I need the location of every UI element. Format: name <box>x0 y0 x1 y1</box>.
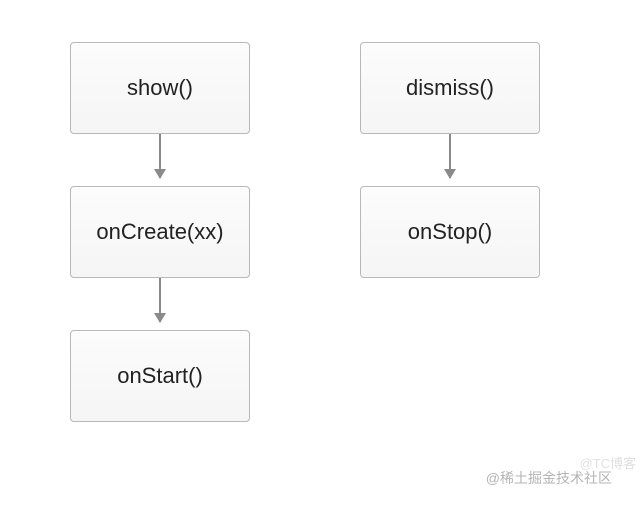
node-label: show() <box>127 75 193 101</box>
arrow-down-icon <box>159 278 161 322</box>
watermark-primary: @稀土掘金技术社区 <box>486 468 612 488</box>
arrow-down-icon <box>159 134 161 178</box>
node-dismiss: dismiss() <box>360 42 540 134</box>
node-label: onCreate(xx) <box>96 219 223 245</box>
node-oncreate: onCreate(xx) <box>70 186 250 278</box>
node-onstart: onStart() <box>70 330 250 422</box>
node-show: show() <box>70 42 250 134</box>
node-label: dismiss() <box>406 75 494 101</box>
node-label: onStop() <box>408 219 492 245</box>
node-onstop: onStop() <box>360 186 540 278</box>
node-label: onStart() <box>117 363 203 389</box>
arrow-down-icon <box>449 134 451 178</box>
diagram-canvas: show() onCreate(xx) onStart() dismiss() … <box>0 0 642 510</box>
